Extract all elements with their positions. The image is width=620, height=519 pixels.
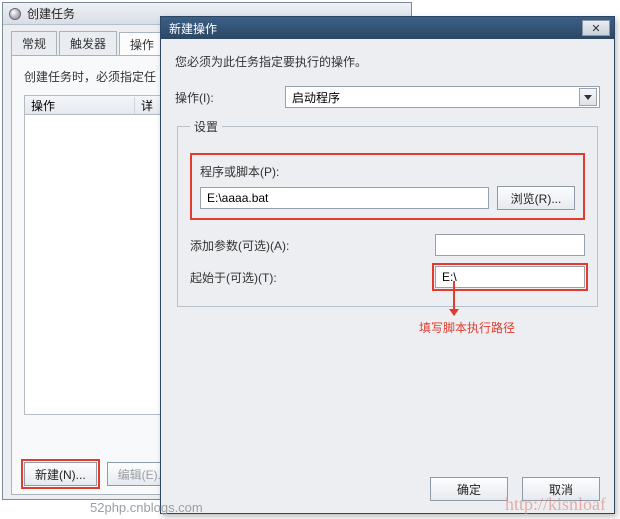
- action-value: 启动程序: [292, 89, 340, 106]
- action-row: 操作(I): 启动程序: [175, 86, 600, 108]
- tab-triggers[interactable]: 触发器: [59, 31, 117, 55]
- startin-input[interactable]: [435, 266, 585, 288]
- browse-button[interactable]: 浏览(R)...: [497, 186, 575, 210]
- settings-group: 设置 程序或脚本(P): 浏览(R)... 添加参数(可选)(A): 起始于(可…: [177, 118, 598, 307]
- annotation-text: 填写脚本执行路径: [419, 319, 515, 336]
- action-combobox[interactable]: 启动程序: [285, 86, 600, 108]
- dialog-title: 新建操作: [169, 20, 217, 37]
- col-header-action[interactable]: 操作: [25, 97, 135, 114]
- chevron-down-icon: [579, 88, 597, 106]
- program-label: 程序或脚本(P):: [200, 163, 575, 180]
- watermark-right: http://kisnloaf: [505, 494, 606, 515]
- action-label: 操作(I):: [175, 89, 285, 106]
- close-button[interactable]: ✕: [582, 20, 610, 36]
- close-icon: ✕: [591, 22, 600, 35]
- tab-actions[interactable]: 操作: [119, 32, 165, 56]
- ok-button[interactable]: 确定: [430, 477, 508, 501]
- create-task-title: 创建任务: [27, 5, 75, 22]
- new-action-dialog: 新建操作 ✕ 您必须为此任务指定要执行的操作。 操作(I): 启动程序 设置 程…: [160, 16, 615, 514]
- annotation-arrow-icon: [453, 281, 455, 315]
- args-label: 添加参数(可选)(A):: [190, 237, 300, 254]
- program-highlight-box: 程序或脚本(P): 浏览(R)...: [190, 153, 585, 220]
- instruction-text: 您必须为此任务指定要执行的操作。: [175, 53, 600, 70]
- watermark-left: 52php.cnblogs.com: [90, 500, 203, 515]
- dialog-titlebar: 新建操作 ✕: [161, 17, 614, 39]
- clock-icon: [9, 8, 21, 20]
- tab-general[interactable]: 常规: [11, 31, 57, 55]
- new-button[interactable]: 新建(N)...: [24, 462, 97, 486]
- action-button-row: 新建(N)... 编辑(E)...: [24, 462, 179, 486]
- dialog-body: 您必须为此任务指定要执行的操作。 操作(I): 启动程序 设置 程序或脚本(P)…: [161, 39, 614, 513]
- program-input[interactable]: [200, 187, 489, 209]
- args-input[interactable]: [435, 234, 585, 256]
- settings-legend: 设置: [190, 118, 222, 135]
- startin-label: 起始于(可选)(T):: [190, 269, 300, 286]
